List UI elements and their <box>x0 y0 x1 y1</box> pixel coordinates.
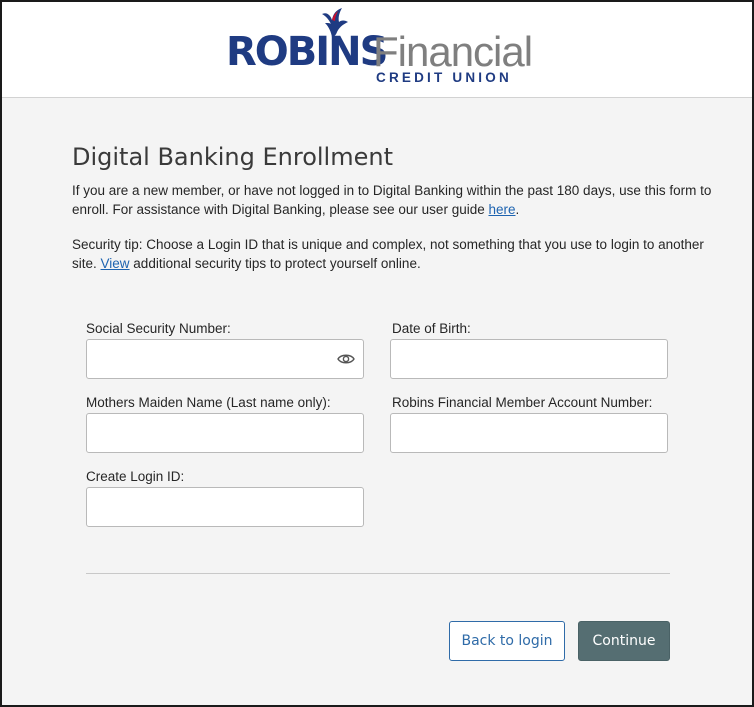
intro-end: . <box>515 202 520 217</box>
maiden-name-label: Mothers Maiden Name (Last name only): <box>86 395 331 410</box>
tip-end: additional security tips to protect your… <box>129 256 421 271</box>
brand-name-light: Financial <box>373 28 533 75</box>
continue-button[interactable]: Continue <box>578 621 670 661</box>
dob-field[interactable] <box>390 339 668 379</box>
back-to-login-button[interactable]: Back to login <box>449 621 565 661</box>
account-number-field[interactable] <box>390 413 668 453</box>
account-number-label: Robins Financial Member Account Number: <box>392 395 653 410</box>
ssn-field[interactable] <box>86 339 364 379</box>
security-tip-paragraph: Security tip: Choose a Login ID that is … <box>72 235 712 273</box>
dob-label: Date of Birth: <box>392 321 471 336</box>
security-tips-link[interactable]: View <box>101 256 130 271</box>
login-id-field[interactable] <box>86 487 364 527</box>
intro-paragraph: If you are a new member, or have not log… <box>72 181 712 219</box>
brand-logo[interactable]: ROBINS Financial CREDIT UNION <box>226 8 533 88</box>
eye-icon[interactable] <box>337 351 355 367</box>
ssn-label: Social Security Number: <box>86 321 231 336</box>
page-title: Digital Banking Enrollment <box>72 143 393 171</box>
login-id-label: Create Login ID: <box>86 469 185 484</box>
divider <box>86 573 670 574</box>
header: ROBINS Financial CREDIT UNION <box>2 2 752 98</box>
intro-text: If you are a new member, or have not log… <box>72 183 712 217</box>
app-frame: ROBINS Financial CREDIT UNION Digital Ba… <box>0 0 754 707</box>
brand-sub: CREDIT UNION <box>376 70 512 85</box>
brand-name-bold: ROBINS <box>226 29 388 75</box>
user-guide-link[interactable]: here <box>488 202 515 217</box>
maiden-name-field[interactable] <box>86 413 364 453</box>
